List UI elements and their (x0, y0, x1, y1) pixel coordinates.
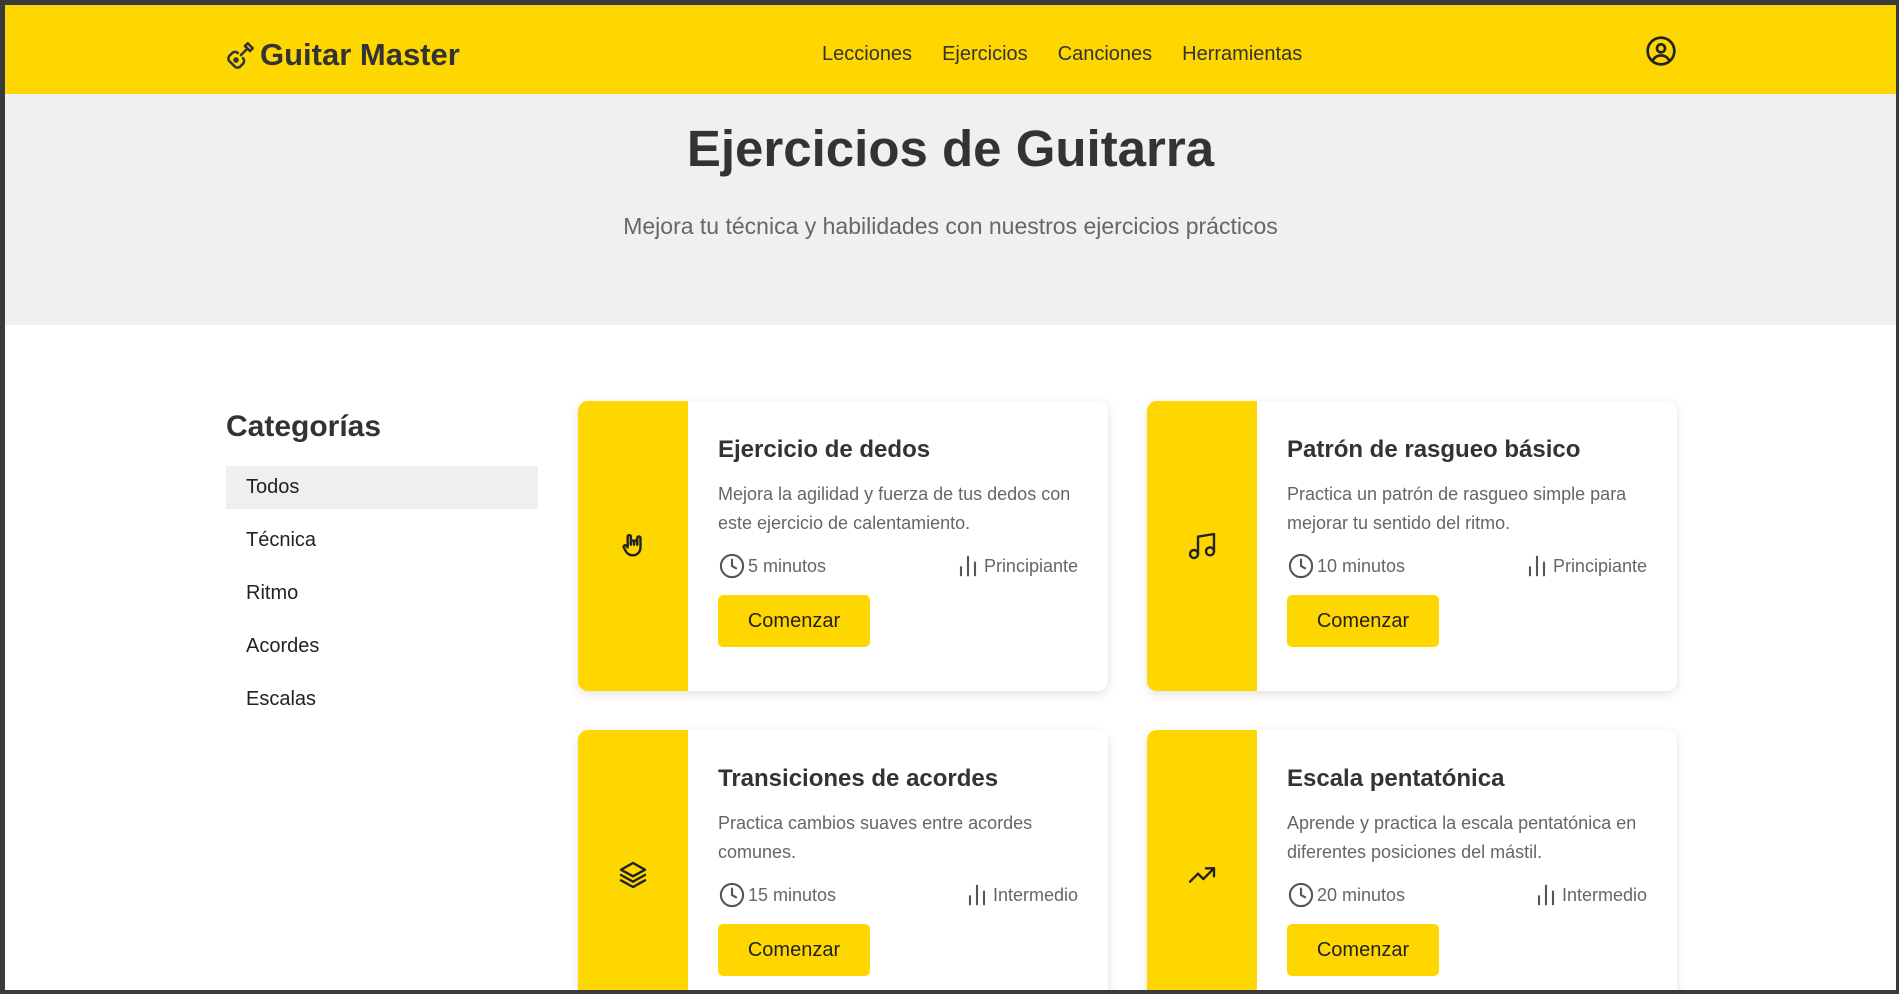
nav-lecciones[interactable]: Lecciones (822, 43, 912, 66)
card-description: Aprende y practica la escala pentatónica… (1287, 813, 1637, 862)
card-meta: 15 minutos Intermedio (718, 881, 1078, 909)
level-label: Intermedio (992, 884, 1078, 905)
brand-logo[interactable]: Guitar Master (226, 37, 460, 73)
card-meta: 20 minutos Intermedio (1287, 881, 1647, 909)
card-title: Ejercicio de dedos (718, 436, 931, 463)
music-note-icon (1188, 532, 1216, 560)
hero-section: Ejercicios de Guitarra Mejora tu técnica… (5, 94, 1896, 325)
card-body: Escala pentatónica Aprende y practica la… (1287, 765, 1647, 976)
category-escalas[interactable]: Escalas (226, 678, 538, 721)
card-description: Practica cambios suaves entre acordes co… (718, 813, 1033, 862)
card-icon-panel (1147, 730, 1257, 990)
duration: 15 minutos (718, 881, 836, 909)
start-button[interactable]: Comenzar (718, 924, 870, 976)
level-label: Principiante (1552, 555, 1647, 576)
exercise-card: Patrón de rasgueo básico Practica un pat… (1147, 401, 1677, 691)
page-title: Ejercicios de Guitarra (686, 120, 1215, 177)
start-button[interactable]: Comenzar (1287, 595, 1439, 647)
layers-icon (619, 861, 647, 889)
category-ritmo[interactable]: Ritmo (226, 572, 538, 615)
clock-icon (1288, 882, 1314, 908)
categories-sidebar: Categorías Todos Técnica Ritmo Acordes E… (226, 410, 538, 731)
bar-chart-icon (968, 884, 986, 906)
card-description: Mejora la agilidad y fuerza de tus dedos… (718, 484, 1071, 533)
bar-chart-icon (1537, 884, 1555, 906)
exercise-card: Escala pentatónica Aprende y practica la… (1147, 730, 1677, 990)
main-nav: Lecciones Ejercicios Canciones Herramien… (822, 43, 1302, 66)
card-icon-panel (578, 730, 688, 990)
brand-name: Guitar Master (260, 37, 460, 72)
card-icon-panel (578, 401, 688, 691)
card-body: Patrón de rasgueo básico Practica un pat… (1287, 436, 1647, 647)
card-title: Patrón de rasgueo básico (1287, 436, 1581, 463)
duration-label: 20 minutos (1317, 884, 1406, 905)
card-icon-panel (1147, 401, 1257, 691)
card-body: Transiciones de acordes Practica cambios… (718, 765, 1078, 976)
level: Principiante (1523, 552, 1647, 580)
hand-rock-icon (622, 533, 642, 557)
page-subtitle: Mejora tu técnica y habilidades con nues… (623, 213, 1278, 239)
category-tecnica[interactable]: Técnica (226, 519, 538, 562)
level: Intermedio (963, 881, 1078, 909)
clock-icon (719, 553, 745, 579)
duration-label: 10 minutos (1317, 555, 1406, 576)
bar-chart-icon (959, 555, 976, 577)
exercise-card: Ejercicio de dedos Mejora la agilidad y … (578, 401, 1108, 691)
duration: 10 minutos (1287, 552, 1405, 580)
duration-label: 15 minutos (748, 884, 837, 905)
card-title: Transiciones de acordes (718, 765, 999, 792)
level: Intermedio (1532, 881, 1647, 909)
guitar-icon (227, 42, 254, 69)
card-title: Escala pentatónica (1287, 765, 1505, 792)
duration-label: 5 minutos (748, 555, 827, 576)
level-label: Intermedio (1561, 884, 1647, 905)
duration: 20 minutos (1287, 881, 1405, 909)
card-body: Ejercicio de dedos Mejora la agilidad y … (718, 436, 1078, 647)
level: Principiante (954, 552, 1078, 580)
bar-chart-icon (1528, 555, 1545, 577)
card-description: Practica un patrón de rasgueo simple par… (1287, 484, 1627, 533)
nav-herramientas[interactable]: Herramientas (1182, 43, 1302, 66)
start-button[interactable]: Comenzar (1287, 924, 1439, 976)
top-navbar: Guitar Master Lecciones Ejercicios Canci… (5, 5, 1896, 94)
user-circle-icon[interactable] (1645, 35, 1677, 67)
duration: 5 minutos (718, 552, 826, 580)
card-meta: 5 minutos Principiante (718, 552, 1078, 580)
start-button[interactable]: Comenzar (718, 595, 870, 647)
exercise-card: Transiciones de acordes Practica cambios… (578, 730, 1108, 990)
nav-canciones[interactable]: Canciones (1058, 43, 1153, 66)
clock-icon (719, 882, 745, 908)
nav-ejercicios[interactable]: Ejercicios (942, 43, 1028, 66)
card-meta: 10 minutos Principiante (1287, 552, 1647, 580)
trending-up-icon (1188, 867, 1216, 883)
main-content: Categorías Todos Técnica Ritmo Acordes E… (5, 325, 1896, 990)
category-todos[interactable]: Todos (226, 466, 538, 509)
clock-icon (1288, 553, 1314, 579)
categories-title: Categorías (226, 410, 382, 443)
browser-viewport: Guitar Master Lecciones Ejercicios Canci… (5, 5, 1896, 990)
category-acordes[interactable]: Acordes (226, 625, 538, 668)
level-label: Principiante (983, 555, 1078, 576)
